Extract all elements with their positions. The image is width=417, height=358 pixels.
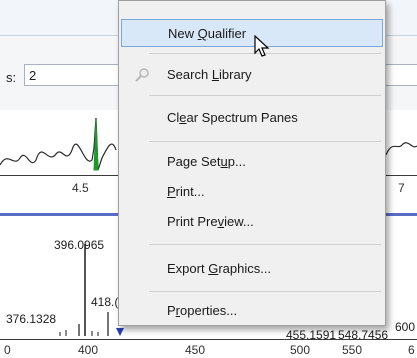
peak-label: 418.( [91,295,119,309]
spectrum-axis [0,339,417,340]
search-library-icon [133,66,151,84]
spectrum-axis-tick: 6 [408,343,415,357]
mouse-pointer-icon [254,35,270,57]
menu-separator [149,95,381,96]
peak-label: 396.0965 [54,238,105,252]
menu-item-clear-spectrum-panes[interactable]: Clear Spectrum Panes [121,104,383,132]
menu-item-print-preview[interactable]: Print Preview... [121,208,383,236]
menu-item-search-library[interactable]: Search Library [121,61,383,89]
chromatogram-tick: 4.5 [72,181,89,195]
menu-separator [149,244,381,245]
spectrum-axis-tick: 450 [185,343,206,357]
menu-item-new-qualifier[interactable]: New Qualifier [121,19,383,47]
menu-separator [149,141,381,142]
parameter-input[interactable]: 2 [24,64,120,86]
menu-item-properties[interactable]: Properties... [121,297,383,325]
spectrum-axis-tick: 0 [4,343,11,357]
menu-item-page-setup[interactable]: Page Setup... [121,148,383,176]
menu-item-export-graphics[interactable]: Export Graphics... [121,255,383,283]
peak-label: 376.1328 [6,312,57,326]
context-menu: New Qualifier Search Library Clear Spect… [118,0,386,326]
parameter-input-right[interactable] [384,64,417,86]
menu-item-clipped [157,1,337,7]
parameter-label: s: [6,70,17,85]
spectrum-axis-tick: 550 [342,343,363,357]
menu-separator [149,291,381,292]
peak-label: 600 [395,320,416,334]
spectrum-axis-tick: 500 [290,343,311,357]
spectrum-axis-tick: 400 [78,343,99,357]
chromatogram-tick: 7 [398,181,405,195]
menu-item-print[interactable]: Print... [121,178,383,206]
